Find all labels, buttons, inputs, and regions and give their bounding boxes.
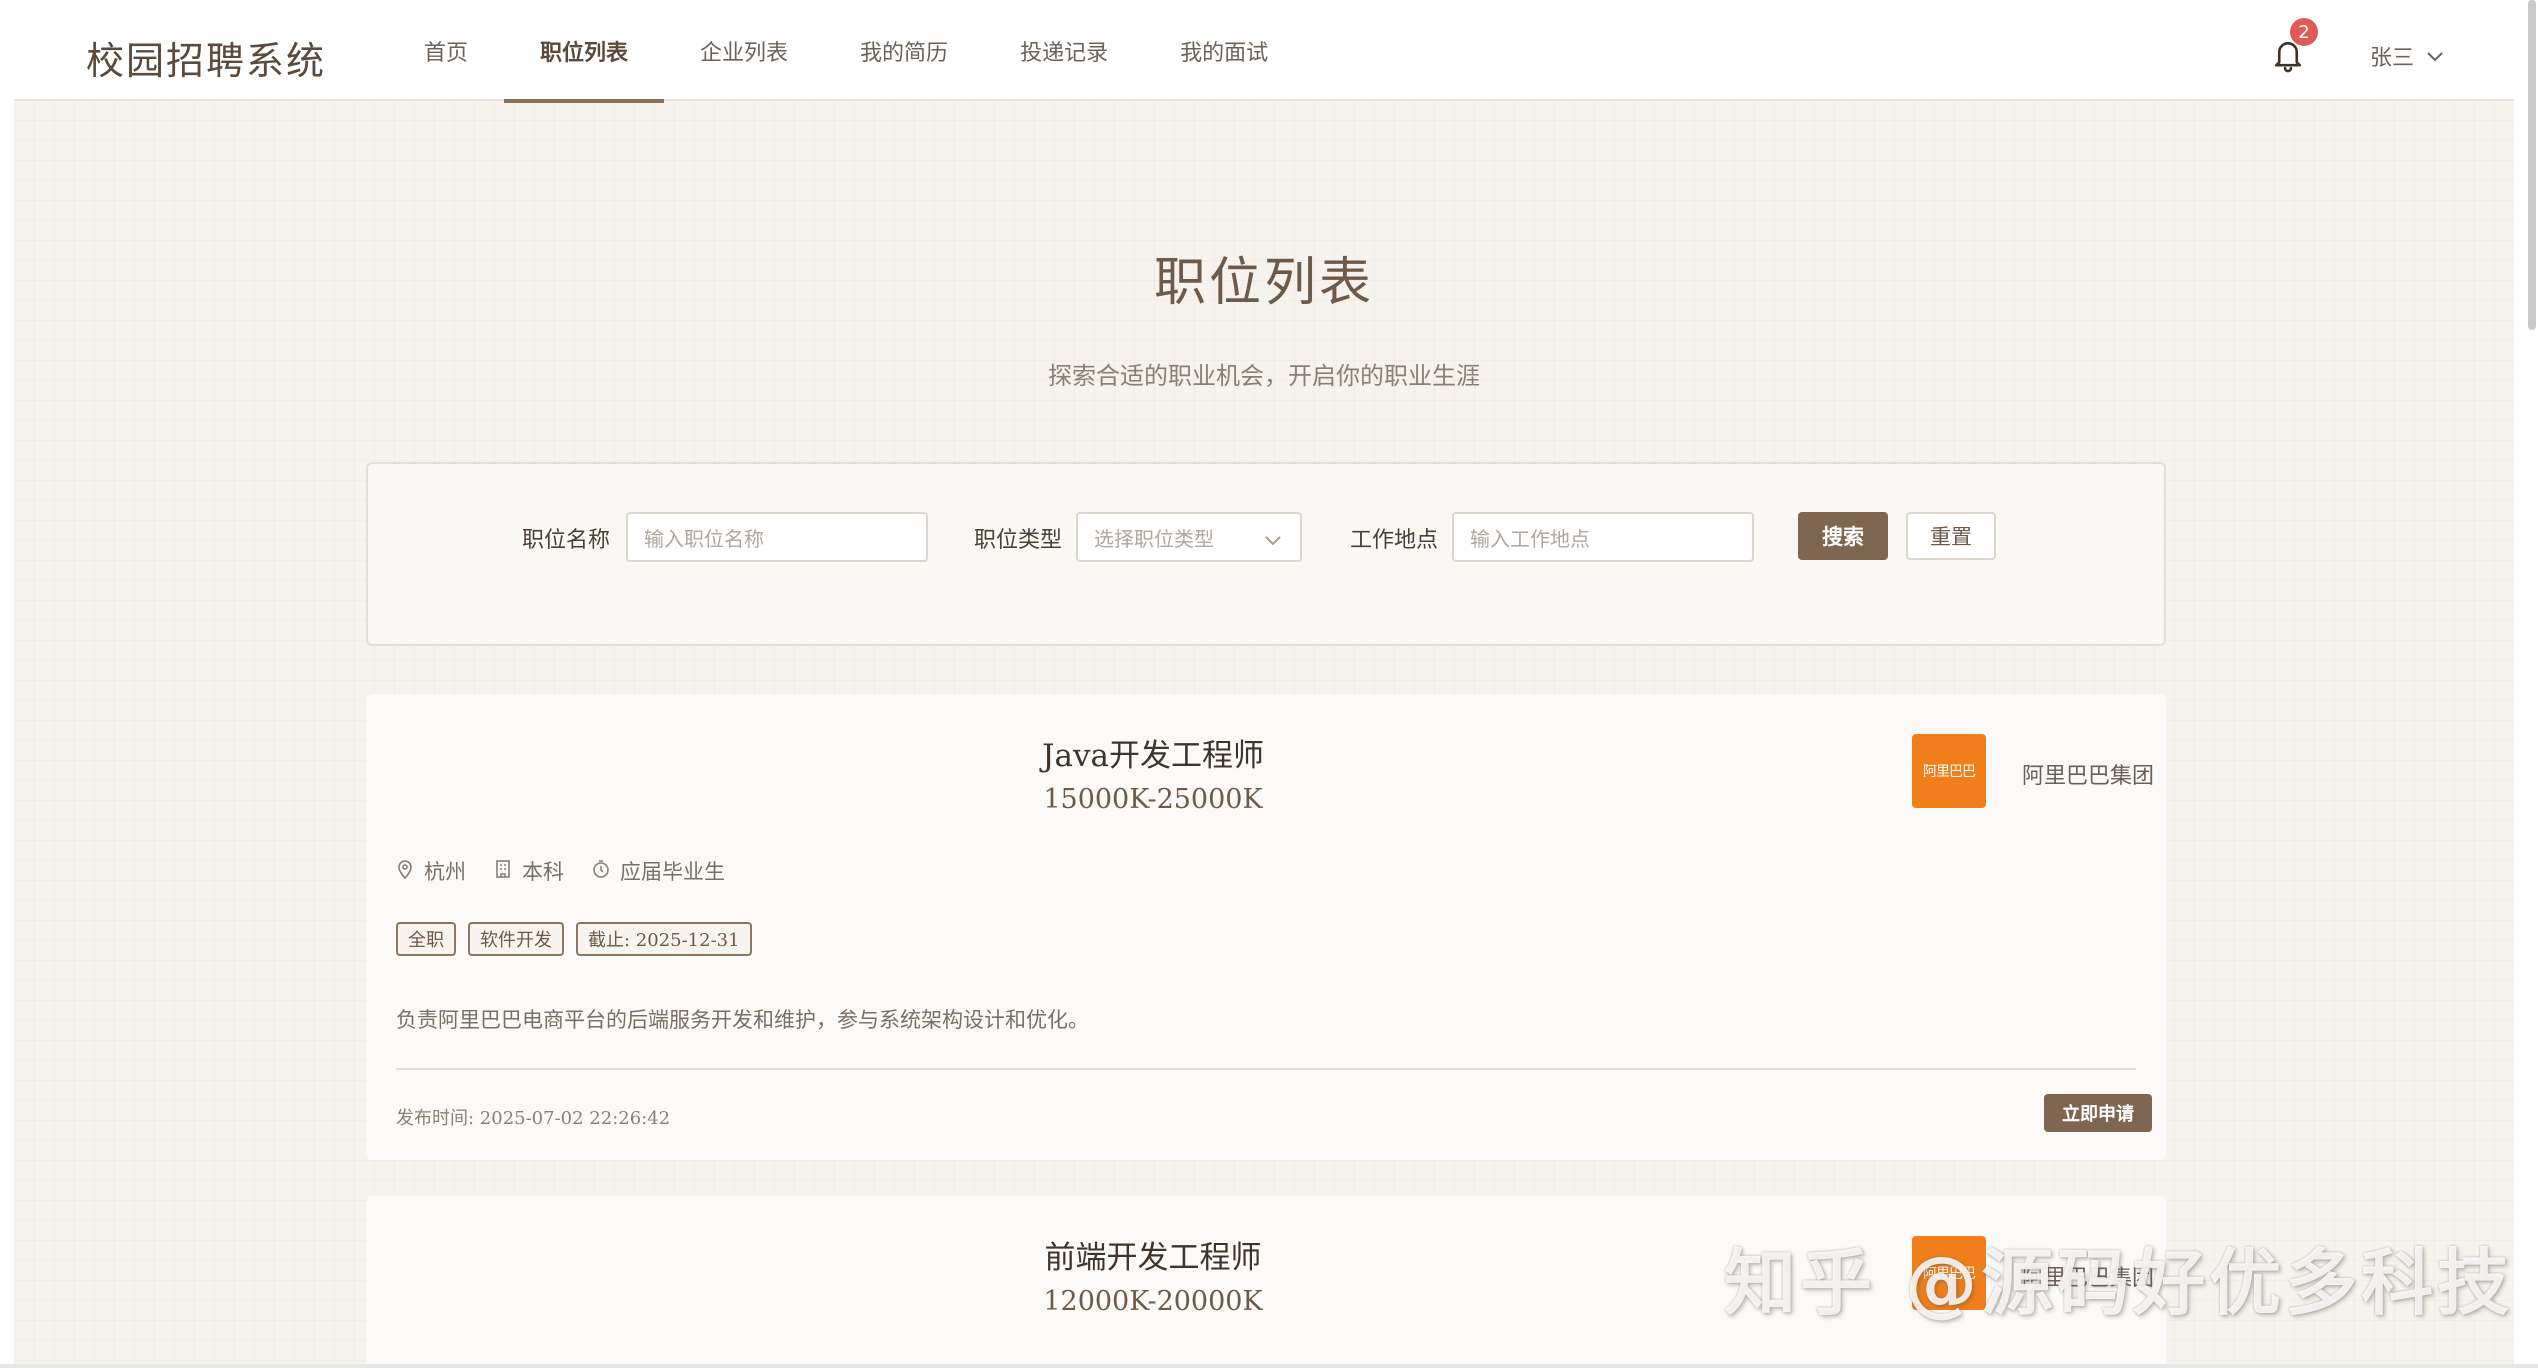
card-divider bbox=[396, 1068, 2136, 1070]
job-education: 本科 bbox=[494, 856, 564, 886]
search-panel: 职位名称 输入职位名称 职位类型 选择职位类型 工作地点 输入工作地点 搜索 重… bbox=[366, 462, 2166, 646]
stopwatch-icon bbox=[592, 859, 610, 884]
job-name-label: 职位名称 bbox=[522, 528, 611, 553]
search-button[interactable]: 搜索 bbox=[1798, 512, 1888, 560]
nav-item-home[interactable]: 首页 bbox=[388, 0, 504, 101]
job-experience: 应届毕业生 bbox=[592, 856, 725, 886]
location-input[interactable]: 输入工作地点 bbox=[1452, 512, 1754, 562]
scrollbar-thumb[interactable] bbox=[2528, 0, 2536, 330]
app-logo[interactable]: 校园招聘系统 bbox=[86, 30, 326, 85]
nav-item-my-interviews[interactable]: 我的面试 bbox=[1144, 0, 1304, 101]
main-nav: 首页 职位列表 企业列表 我的简历 投递记录 我的面试 bbox=[388, 0, 1304, 103]
job-tags: 全职 软件开发 截止: 2025-12-31 bbox=[396, 922, 752, 956]
job-description: 负责阿里巴巴电商平台的后端服务开发和维护，参与系统架构设计和优化。 bbox=[396, 1008, 1089, 1032]
job-title[interactable]: Java开发工程师 bbox=[366, 730, 1940, 775]
watermark: 知乎 @源码好优多科技 bbox=[1724, 1241, 2514, 1325]
page-title: 职位列表 bbox=[1153, 253, 1374, 313]
location-pin-icon bbox=[396, 859, 414, 884]
notification-badge: 2 bbox=[2290, 18, 2318, 46]
building-icon bbox=[494, 859, 512, 884]
apply-button[interactable]: 立即申请 bbox=[2044, 1094, 2152, 1132]
job-card[interactable]: Java开发工程师 15000K-25000K 阿里巴巴 阿里巴巴集团 杭州 本… bbox=[366, 694, 2166, 1160]
top-header: 校园招聘系统 首页 职位列表 企业列表 我的简历 投递记录 我的面试 2 张三 bbox=[14, 0, 2514, 103]
company-name[interactable]: 阿里巴巴集团 bbox=[2022, 758, 2154, 790]
job-name-input[interactable]: 输入职位名称 bbox=[626, 512, 928, 562]
job-tag: 软件开发 bbox=[468, 922, 564, 956]
chevron-down-icon bbox=[2426, 44, 2444, 69]
nav-item-company-list[interactable]: 企业列表 bbox=[664, 0, 824, 101]
reset-button[interactable]: 重置 bbox=[1906, 512, 1996, 560]
chevron-down-icon bbox=[1264, 528, 1282, 552]
user-name: 张三 bbox=[2370, 46, 2415, 71]
job-type-label: 职位类型 bbox=[974, 528, 1063, 553]
job-type-select[interactable]: 选择职位类型 bbox=[1076, 512, 1302, 562]
job-salary: 15000K-25000K bbox=[1043, 784, 1263, 815]
company-logo[interactable]: 阿里巴巴 bbox=[1912, 734, 1986, 808]
publish-time: 发布时间: 2025-07-02 22:26:42 bbox=[396, 1108, 671, 1129]
job-title[interactable]: 前端开发工程师 bbox=[366, 1232, 1940, 1277]
page-subtitle: 探索合适的职业机会，开启你的职业生涯 bbox=[1048, 362, 1480, 390]
app-frame: 校园招聘系统 首页 职位列表 企业列表 我的简历 投递记录 我的面试 2 张三 … bbox=[14, 0, 2514, 1368]
job-salary: 12000K-20000K bbox=[1043, 1286, 1263, 1317]
job-tag: 全职 bbox=[396, 922, 456, 956]
user-menu[interactable]: 张三 bbox=[2370, 40, 2444, 72]
window-bottom-edge bbox=[0, 1364, 2538, 1368]
nav-item-job-list[interactable]: 职位列表 bbox=[504, 0, 665, 103]
job-tag: 截止: 2025-12-31 bbox=[576, 922, 752, 956]
job-meta: 杭州 本科 应届毕业生 bbox=[396, 856, 725, 886]
job-location: 杭州 bbox=[396, 856, 466, 886]
nav-item-my-resume[interactable]: 我的简历 bbox=[824, 0, 984, 101]
nav-item-applications[interactable]: 投递记录 bbox=[984, 0, 1144, 101]
job-type-placeholder: 选择职位类型 bbox=[1094, 526, 1214, 551]
location-label: 工作地点 bbox=[1350, 528, 1439, 553]
